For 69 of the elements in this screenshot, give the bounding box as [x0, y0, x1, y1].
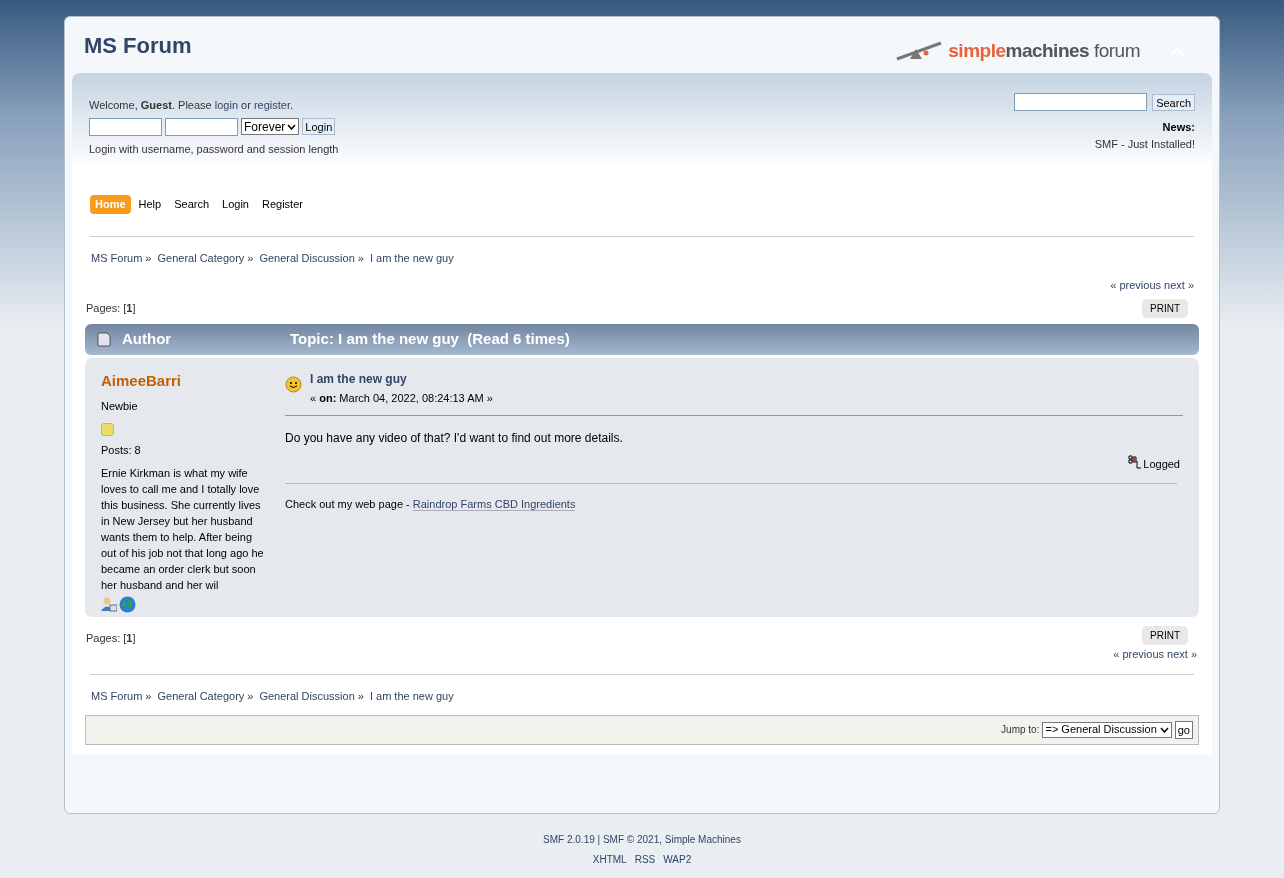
- menu-item[interactable]: Login: [217, 195, 254, 214]
- menu-item[interactable]: Search: [169, 195, 215, 214]
- seesaw-icon: [896, 41, 943, 62]
- member-group: Newbie: [101, 398, 285, 415]
- next-link[interactable]: next »: [1167, 646, 1197, 663]
- pages-text: Pages: [1]: [86, 300, 136, 316]
- forum-title[interactable]: MS Forum: [84, 29, 192, 62]
- next-link[interactable]: next »: [1164, 277, 1194, 294]
- news-label: News:: [1162, 120, 1195, 135]
- search-field[interactable]: [1014, 93, 1148, 111]
- footer-link[interactable]: XHTML: [592, 852, 627, 867]
- login-button[interactable]: Login: [302, 118, 336, 135]
- login-link[interactable]: login: [214, 99, 238, 111]
- previous-link[interactable]: « previous: [1113, 646, 1165, 663]
- breadcrumb-separator: »: [247, 251, 254, 266]
- globe-icon[interactable]: [119, 596, 136, 613]
- breadcrumb-separator: »: [357, 688, 364, 704]
- breadcrumb-separator: »: [357, 251, 364, 266]
- post-body: Do you have any video of that? I'd want to find out more details.: [285, 430, 624, 447]
- dropdown-caret-icon: [1159, 726, 1169, 733]
- separator-text: |: [597, 834, 601, 845]
- print-button[interactable]: PRINT: [1142, 298, 1188, 318]
- breadcrumb-link[interactable]: MS Forum: [91, 687, 143, 715]
- document-icon: [97, 331, 111, 347]
- register-link[interactable]: register: [253, 99, 290, 111]
- logged-text: Logged: [1143, 457, 1180, 472]
- breadcrumb-link[interactable]: General Discussion: [259, 687, 355, 715]
- welcome-text: Welcome, Guest. Please login or register.: [89, 98, 295, 113]
- poster-name[interactable]: AimeeBarri: [101, 369, 285, 392]
- breadcrumb-link[interactable]: I am the new guy: [369, 250, 454, 277]
- breadcrumb-link[interactable]: General Category: [157, 687, 245, 715]
- breadcrumb-link[interactable]: MS Forum: [91, 250, 143, 277]
- breadcrumb-link[interactable]: General Category: [157, 250, 245, 277]
- author-heading: Author: [122, 328, 173, 349]
- board-dropdown[interactable]: => General Discussion: [1042, 721, 1172, 738]
- signature-link[interactable]: Raindrop Farms CBD Ingredients: [412, 497, 576, 511]
- breadcrumb-separator: »: [145, 688, 152, 704]
- version-link[interactable]: SMF 2.0.19: [543, 834, 595, 845]
- copyright-link[interactable]: SMF © 2021, Simple Machines: [602, 834, 741, 845]
- session-length-dropdown[interactable]: Forever: [241, 118, 300, 135]
- simple-machines-logo[interactable]: simplemachines forum: [896, 37, 1140, 66]
- logged-ip-icon: [1128, 455, 1143, 470]
- news-text: SMF - Just Installed!: [1094, 136, 1195, 152]
- password-field[interactable]: [165, 117, 238, 136]
- menu-item[interactable]: Help: [133, 195, 167, 214]
- profile-icon[interactable]: [101, 596, 117, 612]
- breadcrumb-separator: »: [145, 251, 152, 266]
- login-hint: Login with username, password and session length: [89, 141, 339, 157]
- footer-link[interactable]: WAP2: [663, 852, 692, 867]
- pages-text: Pages: [1]: [86, 630, 136, 646]
- post-date: « on: March 04, 2022, 08:24:13 AM »: [310, 390, 493, 406]
- signature-text: Check out my web page - Raindrop Farms CBD Ingredients: [285, 496, 577, 512]
- username-field[interactable]: [89, 117, 162, 136]
- smiley-icon: [285, 375, 302, 393]
- menu-item[interactable]: Register: [256, 195, 308, 214]
- breadcrumb-link[interactable]: I am the new guy: [369, 687, 454, 715]
- previous-link[interactable]: « previous: [1110, 277, 1162, 294]
- print-button[interactable]: PRINT: [1142, 625, 1188, 645]
- jump-to-label: Jump to:: [1001, 723, 1040, 737]
- go-button[interactable]: go: [1174, 720, 1193, 739]
- post-count: Posts: 8: [101, 442, 142, 458]
- search-button[interactable]: Search: [1152, 93, 1195, 111]
- dropdown-caret-icon: [287, 123, 297, 130]
- breadcrumb-separator: »: [247, 688, 254, 704]
- footer-link[interactable]: RSS: [634, 852, 656, 867]
- post-subject[interactable]: I am the new guy: [310, 369, 493, 388]
- topic-heading: Topic: I am the new guy (Read 6 times): [290, 328, 570, 349]
- breadcrumb-link[interactable]: General Discussion: [259, 250, 355, 277]
- member-bio: Ernie Kirkman is what my wife loves to call me and I totally love this business. She currently lives in New Jersey but her husband wants them to help. After being out of his job not that long ago he became an order clerk but soon her husband and her wil: [101, 466, 265, 593]
